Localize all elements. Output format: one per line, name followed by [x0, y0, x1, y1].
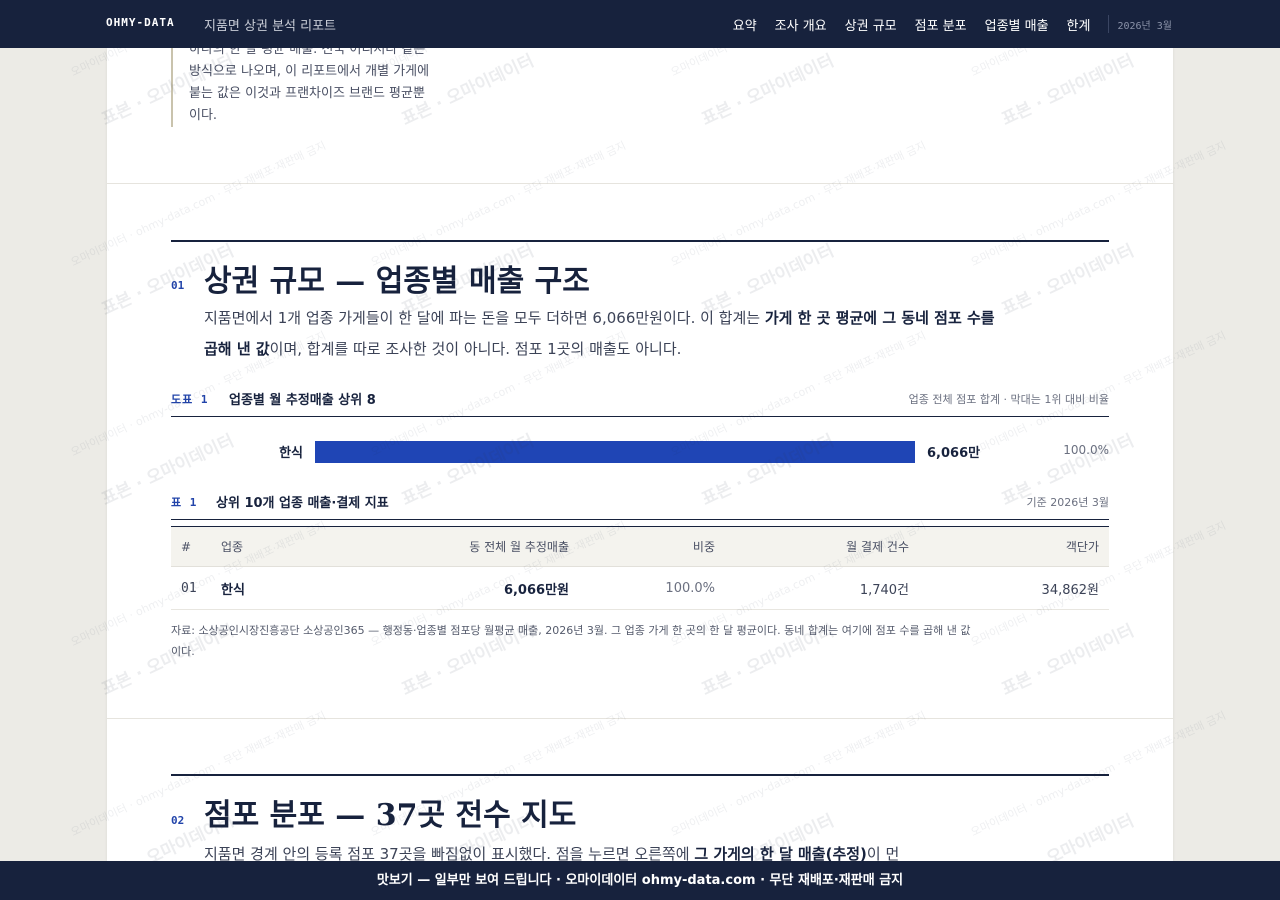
quote-line: 하나의 한 달 평균 매출. 전국 어디서나 같은: [189, 48, 426, 57]
nav-item-summary[interactable]: 요약: [733, 15, 757, 34]
section-body: 지품면에서 1개 업종 가게들이 한 달에 파는 돈을 모두 더하면 6,066…: [204, 303, 1004, 365]
nav-item-store-map[interactable]: 점포 분포: [915, 15, 967, 34]
intro-quote: 하나의 한 달 평균 매출. 전국 어디서나 같은 방식으로 나오며, 이 리포…: [171, 48, 461, 127]
source-text: 자료: 소상공인시장진흥공단 소상공인365 — 행정동·업종별 점포당 월평균…: [171, 624, 971, 637]
col-header-industry: 업종: [209, 526, 329, 567]
body-text: 지품면 경계 안의 등록 점포 37곳을 빠짐없이 표시했다. 점을 누르면 오…: [204, 845, 695, 861]
col-header-avg: 객단가: [919, 526, 1109, 567]
cell-share: 100.0%: [579, 566, 725, 610]
section-rule: [171, 774, 1109, 776]
nav-item-market-size[interactable]: 상권 규모: [845, 15, 897, 34]
section-divider: [107, 718, 1173, 719]
body-text: 이 먼: [866, 845, 900, 861]
bar: [315, 441, 915, 463]
bar-category-label: 한식: [279, 446, 303, 461]
col-header-sales: 동 전체 월 추정매출: [329, 526, 579, 567]
brand-logo[interactable]: OHMY-DATA: [106, 16, 175, 29]
cell-industry: 한식: [209, 566, 329, 610]
body-text: 지품면에서 1개 업종 가게들이 한 달에 파는 돈을 모두 더하면 6,066…: [204, 309, 765, 327]
cell-rank: 01: [171, 566, 209, 610]
report-title: 지품면 상권 분석 리포트: [204, 19, 336, 34]
industry-table: # 업종 동 전체 월 추정매출 비중 월 결제 건수 객단가 01 한식 6,…: [171, 526, 1109, 610]
table-title: 상위 10개 업종 매출·결제 지표: [216, 496, 389, 511]
source-text: 이다.: [171, 645, 195, 658]
section-number: 02: [171, 814, 185, 827]
preview-banner: 맛보기 — 일부만 보여 드립니다 · 오마이데이터 ohmy-data.com…: [0, 861, 1280, 900]
col-header-count: 월 결제 건수: [725, 526, 919, 567]
cell-count: 1,740건: [725, 566, 919, 610]
cell-avg: 34,862원: [919, 566, 1109, 610]
bar-percent-label: 100.0%: [1063, 443, 1109, 457]
col-header-rank: #: [171, 526, 209, 567]
cell-sales: 6,066만원: [329, 566, 579, 610]
nav-divider: [1108, 15, 1110, 33]
table-label: 표 1: [171, 496, 198, 509]
body-text: 이며, 합계를 따로 조사한 것이 아니다. 점포 1곳의 매출도 아니다.: [269, 340, 682, 358]
figure-title: 업종별 월 추정매출 상위 8: [229, 393, 376, 408]
quote-line: 방식으로 나오며, 이 리포트에서 개별 가게에: [189, 64, 430, 79]
bar-value-label: 6,066만: [927, 446, 981, 461]
section-divider: [107, 183, 1173, 184]
nav-item-sales-by-industry[interactable]: 업종별 매출: [985, 15, 1049, 34]
report-page: 하나의 한 달 평균 매출. 전국 어디서나 같은 방식으로 나오며, 이 리포…: [107, 48, 1173, 861]
section-body: 지품면 경계 안의 등록 점포 37곳을 빠짐없이 표시했다. 점을 누르면 오…: [204, 839, 1004, 861]
section-title: 상권 규모 — 업종별 매출 구조: [204, 264, 590, 299]
col-header-share: 비중: [579, 526, 725, 567]
nav-item-overview[interactable]: 조사 개요: [775, 15, 827, 34]
section-nav: 요약 조사 개요 상권 규모 점포 분포 업종별 매출 한계 2026년 3월: [715, 0, 1172, 48]
table-row[interactable]: 01 한식 6,066만원 100.0% 1,740건 34,862원: [171, 566, 1109, 610]
report-date: 2026년 3월: [1117, 20, 1172, 32]
section-number: 01: [171, 279, 185, 292]
top-nav-bar: OHMY-DATA 지품면 상권 분석 리포트 요약 조사 개요 상권 규모 점…: [0, 0, 1280, 48]
source-note: 자료: 소상공인시장진흥공단 소상공인365 — 행정동·업종별 점포당 월평균…: [171, 620, 1109, 662]
figure-label: 도표 1: [171, 393, 209, 406]
nav-item-limits[interactable]: 한계: [1067, 15, 1091, 34]
quote-line: 이다.: [189, 108, 218, 123]
section-rule: [171, 240, 1109, 242]
table-header-row: # 업종 동 전체 월 추정매출 비중 월 결제 건수 객단가: [171, 526, 1109, 567]
figure-header: 도표 1 업종별 월 추정매출 상위 8 업종 전체 점포 합계 · 막대는 1…: [171, 391, 1109, 417]
section-title: 점포 분포 — 37곳 전수 지도: [204, 798, 577, 833]
bar-row: 한식 6,066만 100.0%: [171, 440, 1109, 464]
figure-note: 업종 전체 점포 합계 · 막대는 1위 대비 비율: [908, 393, 1109, 406]
body-emphasis: 그 가게의 한 달 매출(추정): [694, 845, 867, 861]
quote-line: 붙는 값은 이것과 프랜차이즈 브랜드 평균뿐: [189, 86, 425, 101]
table-header: 표 1 상위 10개 업종 매출·결제 지표 기준 2026년 3월: [171, 494, 1109, 520]
table-note: 기준 2026년 3월: [1026, 496, 1109, 509]
